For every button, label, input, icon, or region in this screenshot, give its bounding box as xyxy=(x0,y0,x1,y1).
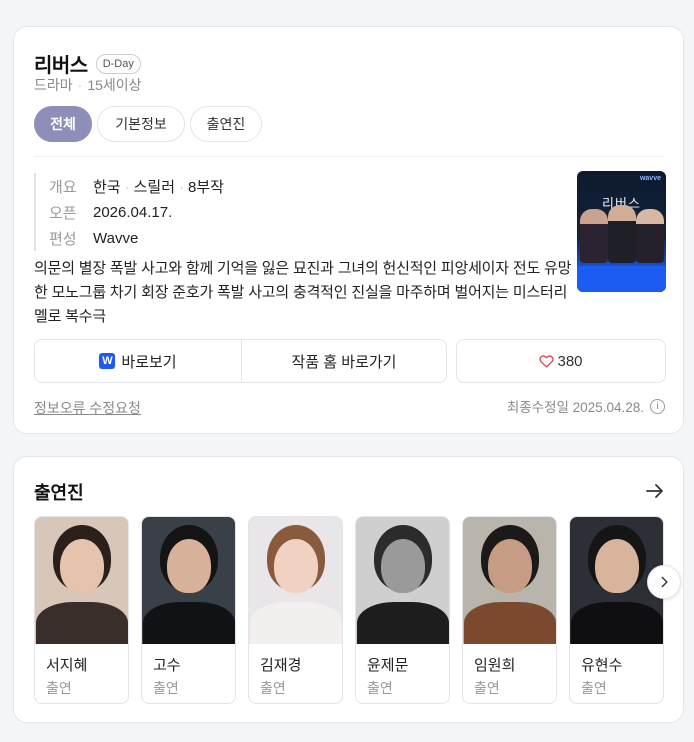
cast-photo xyxy=(463,517,556,644)
tab-cast[interactable]: 출연진 xyxy=(190,106,262,142)
arrow-right-icon[interactable] xyxy=(643,479,667,503)
cast-name: 서지혜 xyxy=(46,657,88,674)
program-home-button[interactable]: 작품 홈 바로가기 xyxy=(242,340,446,382)
divider xyxy=(34,156,663,157)
info-key: 개요 xyxy=(49,178,77,196)
report-error-link[interactable]: 정보오류 수정요청 xyxy=(34,398,141,418)
chevron-right-icon[interactable] xyxy=(647,565,681,599)
channel-link[interactable]: Wavve xyxy=(93,230,138,247)
tab-bar: 전체 기본정보 출연진 xyxy=(34,106,262,142)
poster-figure xyxy=(580,209,608,263)
wavve-icon: W xyxy=(99,353,116,369)
info-key: 오픈 xyxy=(49,204,77,222)
info-value: 한국 · 스릴러 · 8부작 xyxy=(93,176,224,197)
cast-name: 김재경 xyxy=(260,657,302,674)
poster-figure xyxy=(636,209,664,263)
country-text: 한국 xyxy=(93,178,121,196)
portrait-face xyxy=(273,539,318,593)
dday-badge: D-Day xyxy=(95,53,141,74)
cast-photo xyxy=(249,517,342,644)
cast-role: 출연 xyxy=(581,680,607,696)
episodes-text: 8부작 xyxy=(188,178,224,196)
like-count: 380 xyxy=(557,352,583,370)
portrait-body xyxy=(570,602,663,644)
tab-all[interactable]: 전체 xyxy=(34,106,92,142)
cast-name: 유현수 xyxy=(581,657,623,674)
genre-text: 드라마 xyxy=(34,77,73,93)
cast-role: 출연 xyxy=(260,680,286,696)
poster-brand: wavve xyxy=(639,175,661,182)
cast-role: 출연 xyxy=(474,680,500,696)
portrait-body xyxy=(249,602,342,644)
cast-photo xyxy=(35,517,128,644)
cast-list: 서지혜 출연 고수 출연 김재경 출연 윤제문 출연 임원희 출연 유현수 출연 xyxy=(34,516,664,704)
cast-photo xyxy=(142,517,235,644)
cast-item[interactable]: 서지혜출연 xyxy=(34,516,129,704)
cast-role: 출연 xyxy=(153,680,179,696)
genre-link[interactable]: 스릴러 xyxy=(134,179,175,196)
watch-label: 바로보기 xyxy=(121,353,177,371)
info-row-summary: 개요 한국 · 스릴러 · 8부작 xyxy=(49,173,224,199)
like-button[interactable]: 380 xyxy=(456,339,666,383)
portrait-face xyxy=(594,539,639,593)
heart-icon xyxy=(539,354,555,368)
title-row: 리버스 D-Day xyxy=(34,49,141,78)
synopsis-text: 의문의 별장 폭발 사고와 함께 기억을 잃은 묘진과 그녀의 헌신적인 피앙세… xyxy=(34,260,572,325)
poster-figure xyxy=(608,205,636,263)
cast-item[interactable]: 임원희출연 xyxy=(462,516,557,704)
portrait-body xyxy=(463,602,556,644)
portrait-face xyxy=(59,539,104,593)
last-modified: 최종수정일 2025.04.28. i xyxy=(507,396,665,416)
portrait-body xyxy=(356,602,449,644)
cast-card: 출연진 서지혜 출연 고수 출연 김재경 출연 윤제문 출연 임원희 출연 유현수 출연 xyxy=(13,456,684,723)
portrait-face xyxy=(166,539,211,593)
separator-dot: · xyxy=(179,178,185,196)
portrait-body xyxy=(142,602,235,644)
info-row-channel: 편성 Wavve xyxy=(49,225,224,251)
rating-text: 15세이상 xyxy=(87,77,142,93)
program-meta: 드라마 · 15세이상 xyxy=(34,75,142,95)
watch-button-group: W 바로보기 작품 홈 바로가기 xyxy=(34,339,447,383)
tab-basic-info[interactable]: 기본정보 xyxy=(97,106,185,142)
open-date: 2026.04.17. xyxy=(93,203,173,221)
info-key: 편성 xyxy=(49,230,77,248)
program-title[interactable]: 리버스 xyxy=(34,49,88,78)
cast-name: 임원희 xyxy=(474,657,516,674)
program-info-card: 리버스 D-Day 드라마 · 15세이상 전체 기본정보 출연진 개요 한국 · 스릴… xyxy=(13,26,684,434)
cast-role: 출연 xyxy=(367,680,393,696)
cast-role: 출연 xyxy=(46,680,72,696)
watch-button[interactable]: W 바로보기 xyxy=(35,340,242,382)
portrait-face xyxy=(487,539,532,593)
cast-item[interactable]: 김재경출연 xyxy=(248,516,343,704)
portrait-face xyxy=(380,539,425,593)
info-icon[interactable]: i xyxy=(650,398,665,414)
poster-banner xyxy=(577,266,666,292)
cast-item[interactable]: 윤제문출연 xyxy=(355,516,450,704)
cast-item[interactable]: 유현수출연 xyxy=(569,516,664,704)
drama-poster-image[interactable]: wavve 리버스 xyxy=(577,171,666,292)
info-list: 개요 한국 · 스릴러 · 8부작 오픈 2026.04.17. 편성 Wavve xyxy=(34,173,224,251)
cast-item[interactable]: 고수출연 xyxy=(141,516,236,704)
separator-dot: · xyxy=(124,178,130,196)
portrait-body xyxy=(35,602,128,644)
cast-name: 윤제문 xyxy=(367,657,409,674)
cast-photo xyxy=(356,517,449,644)
modified-text: 최종수정일 2025.04.28. xyxy=(506,400,644,415)
cast-name: 고수 xyxy=(153,657,181,674)
info-row-open: 오픈 2026.04.17. xyxy=(49,199,224,225)
cast-section-title[interactable]: 출연진 xyxy=(34,479,84,505)
separator-dot: · xyxy=(77,77,83,93)
